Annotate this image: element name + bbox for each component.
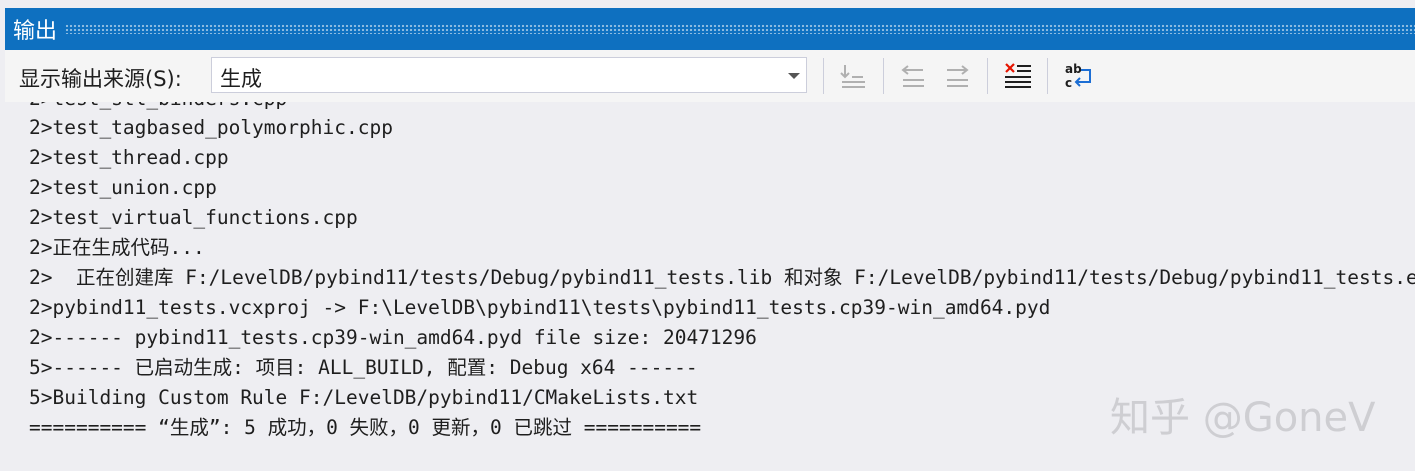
output-source-value: 生成 — [220, 67, 262, 91]
chevron-down-icon — [788, 73, 800, 79]
clear-all-button[interactable] — [1000, 58, 1036, 94]
svg-text:c: c — [1065, 76, 1072, 90]
toolbar-separator — [823, 58, 824, 94]
next-message-icon — [947, 65, 969, 87]
output-title-bar[interactable]: 输出 — [5, 8, 1415, 50]
output-line: 2>test_virtual_functions.cpp — [29, 206, 358, 229]
output-line: 2>test_tagbased_polymorphic.cpp — [29, 116, 393, 139]
toolbar-separator — [1047, 58, 1048, 94]
watermark: 知乎 @GoneV — [1110, 395, 1376, 441]
output-source-dropdown[interactable]: 生成 — [211, 57, 807, 93]
output-line: 2>pybind11_tests.vcxproj -> F:\LevelDB\p… — [29, 296, 1051, 319]
go-to-line-icon — [840, 65, 865, 88]
title-grip[interactable] — [65, 24, 1415, 34]
word-wrap-icon: ab c — [1065, 62, 1091, 90]
next-message-button[interactable] — [939, 58, 975, 94]
output-line: 2>------ pybind11_tests.cp39-win_amd64.p… — [29, 326, 757, 349]
output-line: 2> 正在创建库 F:/LevelDB/pybind11/tests/Debug… — [29, 266, 1415, 289]
toolbar-separator — [987, 58, 988, 94]
toolbar-separator — [883, 58, 884, 94]
output-line: ========== “生成”: 5 成功，0 失败，0 更新，0 已跳过 ==… — [29, 416, 702, 439]
output-line: 2>test_thread.cpp — [29, 146, 229, 169]
output-source-label: 显示输出来源(S): — [19, 67, 182, 91]
svg-text:ab: ab — [1065, 62, 1082, 76]
previous-message-button[interactable] — [895, 58, 931, 94]
output-line: 2>正在生成代码... — [29, 236, 205, 259]
word-wrap-button[interactable]: ab c — [1059, 58, 1095, 94]
go-to-line-button[interactable] — [836, 58, 872, 94]
clear-all-icon — [1005, 63, 1031, 88]
top-edge — [0, 0, 1415, 8]
window-title: 输出 — [13, 19, 58, 44]
previous-message-icon — [901, 65, 924, 87]
output-toolbar: 显示输出来源(S): 生成 ab c — [5, 50, 1415, 102]
output-line: 2>test_union.cpp — [29, 176, 217, 199]
output-line: 5>Building Custom Rule F:/LevelDB/pybind… — [29, 386, 699, 409]
output-line: 5>------ 已启动生成: 项目: ALL_BUILD, 配置: Debug… — [29, 356, 698, 379]
